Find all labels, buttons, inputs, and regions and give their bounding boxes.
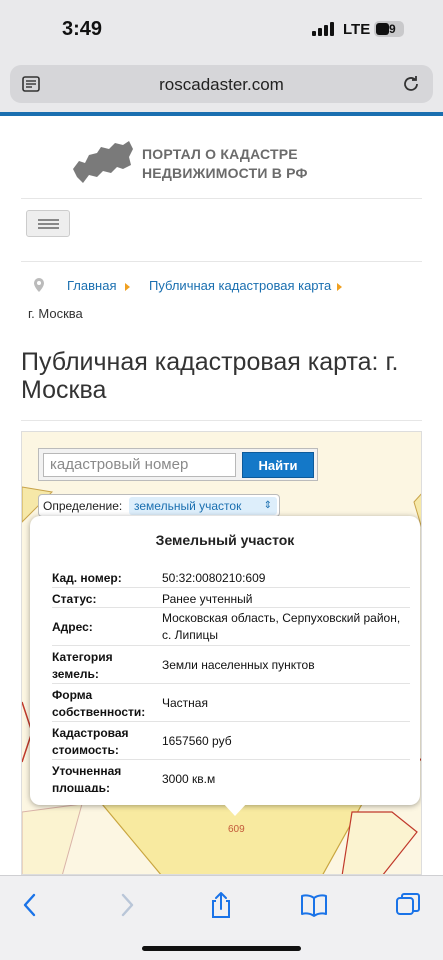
info-row: Кадастровая стоимость: 1657560 руб [52,722,410,760]
battery-icon: 49 [374,21,404,37]
back-icon[interactable] [16,890,46,920]
definition-select-wrap: Определение: земельный участок ⇕ [38,494,280,517]
status-time: 3:49 [62,18,103,40]
info-row: Статус: Ранее учтенный [52,588,410,608]
site-logo-text[interactable]: ПОРТАЛ О КАДАСТРЕ НЕДВИЖИМОСТИ В РФ [142,145,308,183]
site-top-bar [0,112,443,116]
cadastral-number-input[interactable]: кадастровый номер [43,453,236,477]
info-key: Статус: [52,592,97,606]
breadcrumb-home[interactable]: Главная [67,278,116,293]
info-row: Уточненная площадь: 3000 кв.м [52,760,410,792]
info-row: Категория земель: Земли населенных пункт… [52,646,410,684]
info-value: 50:32:0080210:609 [162,571,266,585]
breadcrumb-map[interactable]: Публичная кадастровая карта [149,278,331,293]
page-title: Публичная кадастровая карта: г. Москва [21,348,399,404]
menu-button[interactable] [26,210,70,237]
home-indicator[interactable] [142,946,301,951]
divider [21,420,422,421]
info-key: Категория земель: [52,650,113,681]
popup-title: Земельный участок [155,532,295,548]
forward-icon[interactable] [111,890,141,920]
reload-icon[interactable] [401,74,421,94]
info-key: Кад. номер: [52,571,122,585]
info-key: Уточненная площадь: [52,764,122,792]
info-key: Форма собственности: [52,688,146,719]
bookmarks-icon[interactable] [299,890,329,920]
address-bar[interactable]: roscadaster.com [10,65,433,103]
share-icon[interactable] [206,890,236,920]
divider [21,261,422,262]
breadcrumb-current: г. Москва [28,306,83,321]
network-type: LTE [343,21,371,38]
battery-level: 49 [382,22,396,36]
logo-line-1: ПОРТАЛ О КАДАСТРЕ [142,146,298,162]
browser-chrome: roscadaster.com [0,60,443,114]
plot-number-label[interactable]: 609 [228,824,245,835]
url-text[interactable]: roscadaster.com [10,75,433,95]
info-row: Адрес: Московская область, Серпуховский … [52,608,410,646]
signal-icon [312,22,336,36]
info-value: Московская область, Серпуховский район, … [162,611,401,642]
cadastral-map[interactable]: кадастровый номер Найти Определение: зем… [21,431,422,875]
breadcrumb-arrow-icon [337,283,342,291]
definition-select[interactable]: земельный участок ⇕ [129,497,277,515]
popup-pointer [222,802,248,816]
info-value: Ранее учтенный [162,592,253,606]
info-key: Адрес: [52,620,93,634]
divider [21,198,422,199]
info-value: 3000 кв.м [162,772,216,786]
info-key: Кадастровая стоимость: [52,726,129,757]
definition-label: Определение: [43,499,123,513]
info-value: 1657560 руб [162,734,232,748]
breadcrumb-arrow-icon [125,283,130,291]
definition-value: земельный участок [134,499,242,513]
info-row: Форма собственности: Частная [52,684,410,722]
select-arrows-icon: ⇕ [263,500,272,511]
info-row: Кад. номер: 50:32:0080210:609 [52,568,410,588]
plot-info-popup: Земельный участок Кад. номер: 50:32:0080… [30,516,420,805]
russia-map-logo[interactable] [71,139,135,185]
find-button[interactable]: Найти [242,452,314,478]
info-value: Частная [162,696,208,710]
location-pin-icon [34,278,44,292]
info-value: Земли населенных пунктов [162,658,315,672]
status-bar: 3:49 LTE 49 [0,0,443,60]
search-bar: кадастровый номер Найти [38,448,318,481]
logo-line-2: НЕДВИЖИМОСТИ В РФ [142,165,308,181]
tabs-icon[interactable] [393,890,423,920]
